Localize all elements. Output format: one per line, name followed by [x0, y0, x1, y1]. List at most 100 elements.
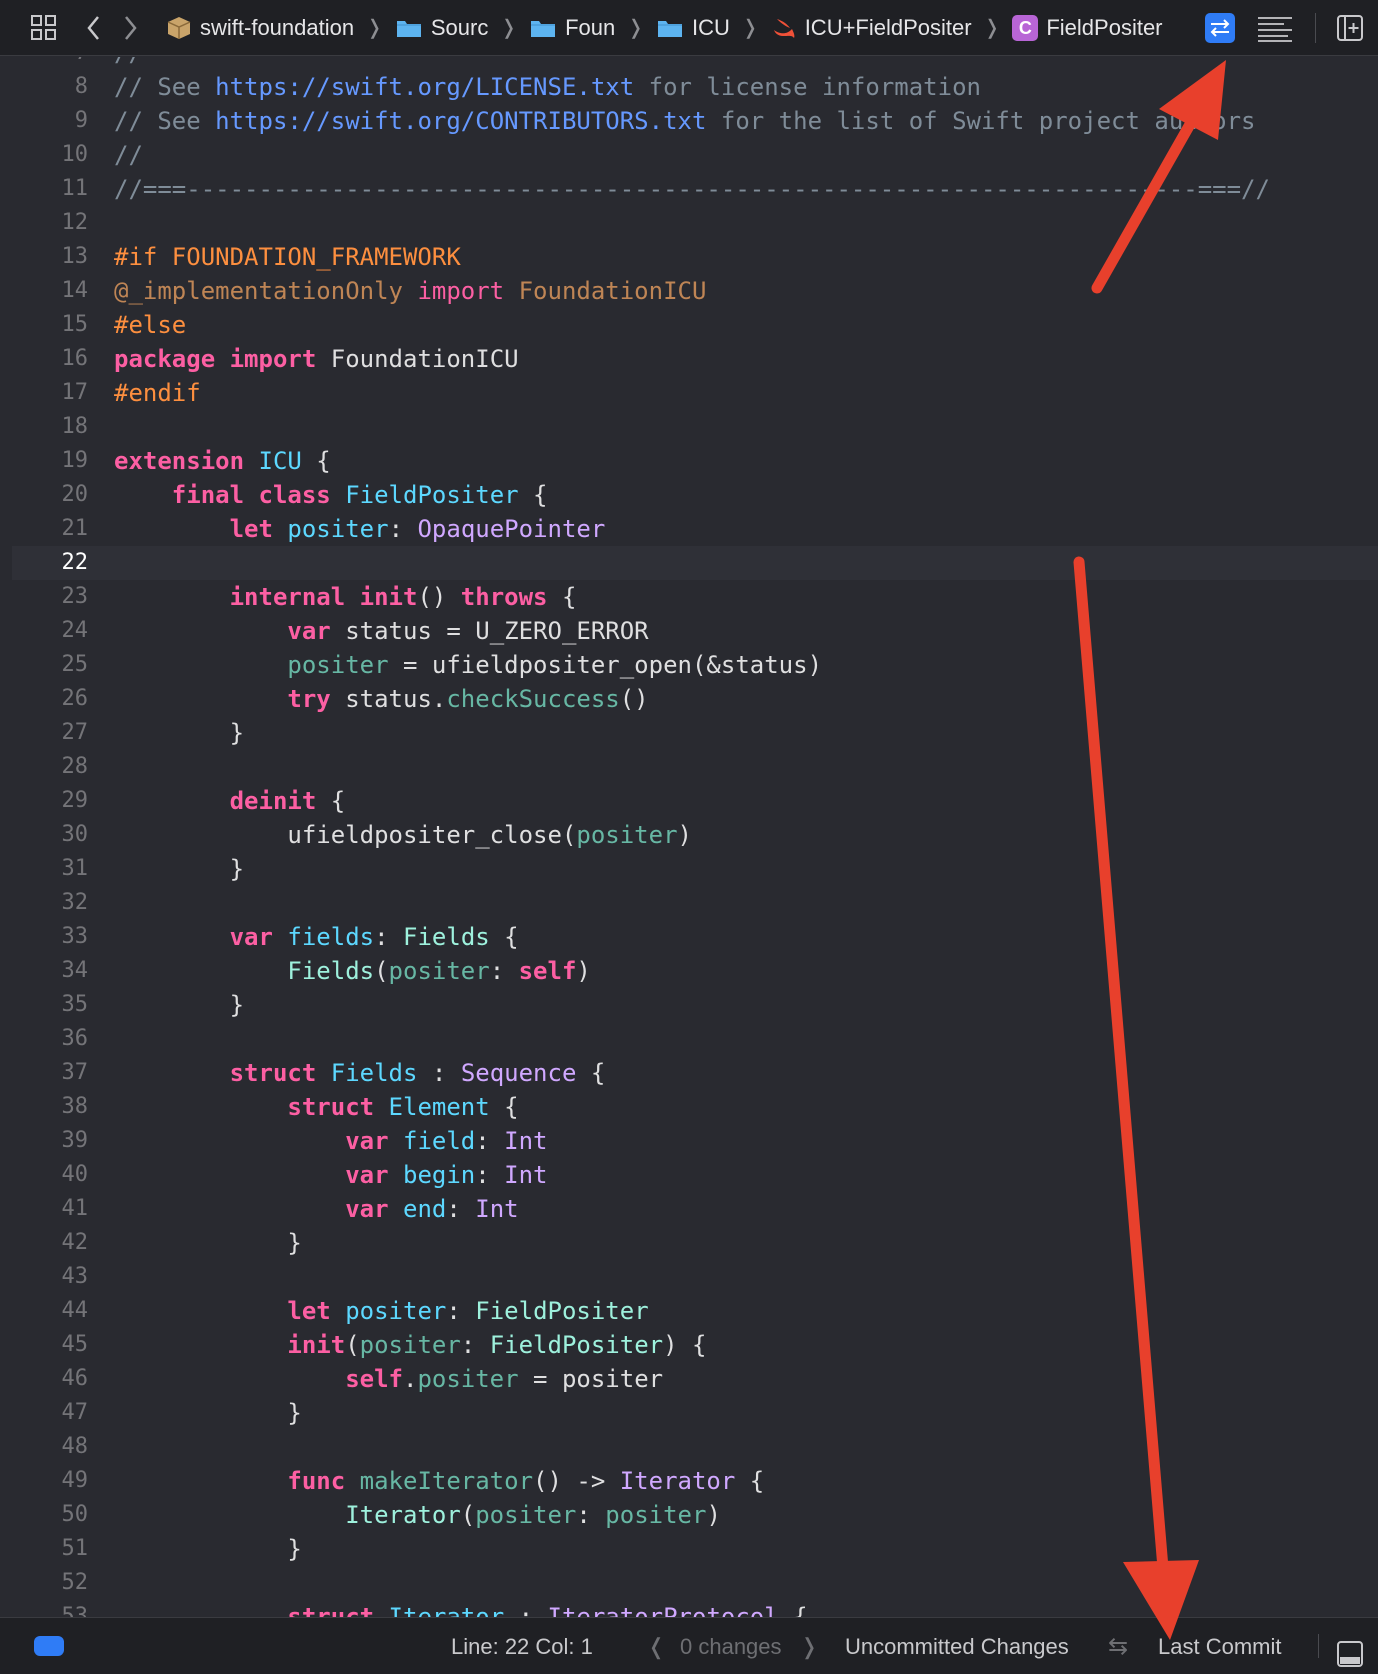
- code-line[interactable]: 16 package import FoundationICU: [12, 342, 1378, 376]
- code-line[interactable]: 7 //: [12, 57, 1378, 70]
- breadcrumb-label: swift-foundation: [200, 14, 355, 40]
- code-line[interactable]: 51 }: [12, 1532, 1378, 1566]
- code-line[interactable]: 46 self.positer = positer: [12, 1362, 1378, 1396]
- code-line[interactable]: 13 #if FOUNDATION_FRAMEWORK: [12, 240, 1378, 274]
- code-line[interactable]: 39 var field: Int: [12, 1124, 1378, 1158]
- editor-options-button[interactable]: [1245, 0, 1305, 56]
- breadcrumb-sources[interactable]: Sourc: [395, 0, 488, 56]
- code-token: Element: [388, 1093, 490, 1121]
- source-editor[interactable]: 7 // 8 // See https://swift.org/LICENSE.txt…: [0, 57, 1378, 1617]
- code-line[interactable]: 41 var end: Int: [12, 1192, 1378, 1226]
- code-line[interactable]: 33 var fields: Fields {: [12, 920, 1378, 954]
- code-line[interactable]: 26 try status.checkSuccess(): [12, 682, 1378, 716]
- line-number: 37: [61, 1060, 89, 1085]
- code-token: ) {: [663, 1331, 707, 1359]
- line-number: 20: [61, 482, 89, 507]
- code-line[interactable]: 52: [12, 1566, 1378, 1600]
- code-line[interactable]: 31 }: [12, 852, 1378, 886]
- code-line[interactable]: 36: [12, 1022, 1378, 1056]
- code-text: internal init() throws {: [114, 580, 577, 614]
- code-line[interactable]: 40 var begin: Int: [12, 1158, 1378, 1192]
- code-line[interactable]: 49 func makeIterator() -> Iterator {: [12, 1464, 1378, 1498]
- grid-icon: [31, 14, 56, 40]
- breadcrumb-foundation[interactable]: Foun: [529, 0, 615, 56]
- code-line[interactable]: 17 #endif: [12, 376, 1378, 410]
- code-token: positer: [417, 1365, 519, 1393]
- forward-button[interactable]: [112, 0, 148, 56]
- code-token: ): [706, 1501, 721, 1529]
- source-control-changes-button[interactable]: [1195, 0, 1245, 56]
- code-text: positer = ufieldpositer_open(&status): [114, 648, 822, 682]
- code-line[interactable]: 45 init(positer: FieldPositer) {: [12, 1328, 1378, 1362]
- code-line[interactable]: 42 }: [12, 1226, 1378, 1260]
- code-token: func: [287, 1467, 346, 1495]
- code-line[interactable]: 23 internal init() throws {: [12, 580, 1378, 614]
- code-token: :: [576, 1501, 606, 1529]
- previous-change-chevron-icon[interactable]: ❬: [647, 1618, 665, 1674]
- code-line[interactable]: 28: [12, 750, 1378, 784]
- status-indicator[interactable]: [34, 1636, 64, 1656]
- add-editor-button[interactable]: [1330, 0, 1370, 56]
- code-line[interactable]: 24 var status = U_ZERO_ERROR: [12, 614, 1378, 648]
- uncommitted-changes-button[interactable]: Uncommitted Changes: [845, 1618, 1069, 1674]
- code-line[interactable]: 15 #else: [12, 308, 1378, 342]
- code-line[interactable]: 32: [12, 886, 1378, 920]
- code-line[interactable]: 27 }: [12, 716, 1378, 750]
- code-line[interactable]: 43: [12, 1260, 1378, 1294]
- code-line[interactable]: 30 ufieldpositer_close(positer): [12, 818, 1378, 852]
- chevron-left-icon: [87, 15, 99, 40]
- code-line[interactable]: 25 positer = ufieldpositer_open(&status): [12, 648, 1378, 682]
- code-token: (): [417, 583, 461, 611]
- code-line[interactable]: 44 let positer: FieldPositer: [12, 1294, 1378, 1328]
- code-line[interactable]: 22: [12, 546, 1378, 580]
- code-line[interactable]: 21 let positer: OpaquePointer: [12, 512, 1378, 546]
- code-line[interactable]: 34 Fields(positer: self): [12, 954, 1378, 988]
- breadcrumb-package[interactable]: swift-foundation: [166, 0, 354, 56]
- code-line[interactable]: 29 deinit {: [12, 784, 1378, 818]
- code-line[interactable]: 18: [12, 410, 1378, 444]
- breadcrumb-icu[interactable]: ICU: [656, 0, 730, 56]
- back-button[interactable]: [76, 0, 112, 56]
- code-line[interactable]: 8 // See https://swift.org/LICENSE.txt fo…: [12, 70, 1378, 104]
- code-line[interactable]: 19 extension ICU {: [12, 444, 1378, 478]
- code-text: #else: [114, 308, 186, 342]
- code-line[interactable]: 50 Iterator(positer: positer): [12, 1498, 1378, 1532]
- debug-area-toggle[interactable]: [1336, 1632, 1364, 1667]
- code-line[interactable]: 38 struct Element {: [12, 1090, 1378, 1124]
- code-line[interactable]: 11 //===---------------------------------…: [12, 172, 1378, 206]
- code-line[interactable]: 10 //: [12, 138, 1378, 172]
- breadcrumb-chevron-icon: ❭: [627, 17, 645, 39]
- code-token: Sequence: [460, 1059, 577, 1087]
- code-text: }: [114, 852, 244, 886]
- code-text: ufieldpositer_close(positer): [114, 818, 692, 852]
- code-line[interactable]: 48: [12, 1430, 1378, 1464]
- code-line[interactable]: 37 struct Fields : Sequence {: [12, 1056, 1378, 1090]
- code-line[interactable]: 14 @_implementationOnly import Foundation…: [12, 274, 1378, 308]
- toolbar-divider: [1315, 13, 1316, 43]
- code-token: ): [677, 821, 692, 849]
- code-token: {: [547, 583, 577, 611]
- next-change-chevron-icon[interactable]: ❭: [800, 1618, 818, 1674]
- code-token: field: [403, 1127, 476, 1155]
- code-line[interactable]: 35 }: [12, 988, 1378, 1022]
- breadcrumb-class[interactable]: C FieldPositer: [1012, 0, 1163, 56]
- code-line[interactable]: 20 final class FieldPositer {: [12, 478, 1378, 512]
- code-line[interactable]: 47 }: [12, 1396, 1378, 1430]
- code-line[interactable]: 9 // See https://swift.org/CONTRIBUTORS.t…: [12, 104, 1378, 138]
- related-items-button[interactable]: [12, 0, 76, 56]
- code-token: init: [287, 1331, 346, 1359]
- code-token: {: [735, 1467, 765, 1495]
- chevron-right-icon: [125, 15, 137, 40]
- code-token: checkSuccess: [446, 685, 620, 713]
- line-number: 41: [61, 1196, 89, 1221]
- code-token: {: [489, 1093, 519, 1121]
- code-token: #if FOUNDATION_FRAMEWORK: [114, 243, 461, 271]
- code-token: (: [345, 1331, 360, 1359]
- last-commit-button[interactable]: Last Commit: [1158, 1618, 1281, 1674]
- swap-comparison-icon[interactable]: ⇆: [1108, 1618, 1128, 1674]
- code-line[interactable]: 12: [12, 206, 1378, 240]
- code-line[interactable]: 53 struct Iterator : IteratorProtocol {: [12, 1600, 1378, 1617]
- breadcrumb-file[interactable]: ICU+FieldPositer: [771, 0, 972, 56]
